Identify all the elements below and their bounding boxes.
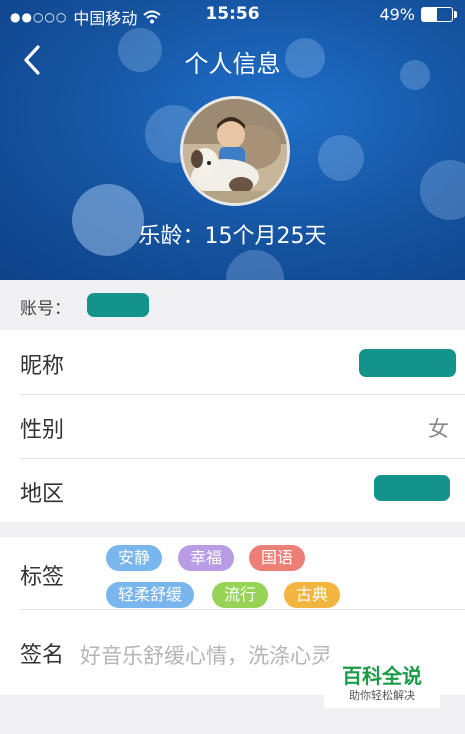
watermark-title: 百科全说 [342, 664, 422, 688]
basic-info-card: 昵称 性别 女 地区 [0, 330, 465, 522]
tag-chip[interactable]: 流行 [212, 582, 269, 608]
battery-group: 49% [379, 5, 457, 24]
region-label: 地区 [20, 482, 65, 507]
redacted-account-value [87, 293, 149, 317]
redacted-region-value [374, 475, 450, 501]
signature-label: 签名 [20, 643, 65, 668]
account-row: 账号： [0, 280, 465, 331]
gender-row[interactable]: 性别 女 [0, 394, 465, 458]
battery-level [422, 8, 437, 21]
avatar[interactable] [180, 96, 290, 206]
gender-value: 女 [428, 417, 449, 441]
gender-label: 性别 [20, 418, 65, 443]
nickname-label: 昵称 [20, 354, 65, 379]
decorative-bubble [226, 250, 284, 280]
decorative-bubble [420, 160, 465, 220]
tag-chip[interactable]: 安静 [106, 545, 163, 571]
status-bar: ●●○○○ 中国移动 15:56 49% [0, 0, 465, 30]
decorative-bubble [318, 135, 364, 181]
nickname-row[interactable]: 昵称 [0, 330, 465, 394]
battery-icon [421, 7, 457, 22]
account-label: 账号： [20, 299, 71, 319]
tag-chip[interactable]: 古典 [284, 582, 341, 608]
tag-chip[interactable]: 幸福 [178, 545, 235, 571]
tag-chip[interactable]: 轻柔舒缓 [106, 582, 195, 608]
signature-value[interactable]: 好音乐舒缓心情，洗涤心灵 [80, 640, 332, 670]
tags-label: 标签 [20, 565, 65, 590]
avatar-photo [183, 99, 287, 203]
watermark-subtitle: 助你轻松解决 [349, 689, 415, 702]
tag-chip[interactable]: 国语 [249, 545, 306, 571]
redacted-nickname-value [359, 349, 456, 377]
region-row[interactable]: 地区 [0, 458, 465, 522]
profile-header: ●●○○○ 中国移动 15:56 49% 个人信息 乐龄：15个月25天 [0, 0, 465, 280]
tags-row[interactable]: 标签 安静 幸福 国语 轻柔舒缓 流行 古典 [0, 537, 465, 609]
watermark-logo: 百科全说 助你轻松解决 [324, 660, 440, 708]
age-text: 乐龄：15个月25天 [138, 224, 327, 249]
page-title: 个人信息 [184, 50, 281, 78]
battery-percent: 49% [379, 5, 415, 24]
